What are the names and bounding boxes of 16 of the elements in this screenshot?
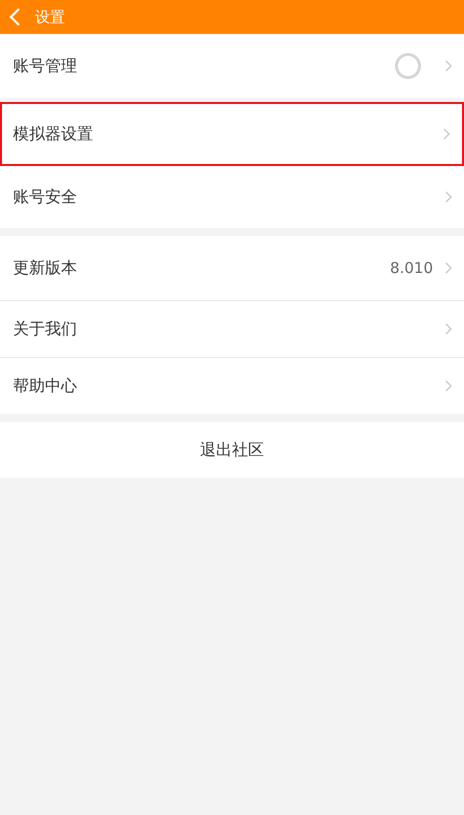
page-title: 设置 xyxy=(35,8,65,26)
chevron-icon xyxy=(445,262,452,274)
back-button[interactable] xyxy=(9,6,23,28)
version-text: 8.010 xyxy=(390,259,433,277)
row-label: 模拟器设置 xyxy=(13,124,93,144)
chevron-icon xyxy=(445,191,452,203)
row-label: 账号管理 xyxy=(13,56,77,76)
row-label: 帮助中心 xyxy=(13,376,77,396)
chevron-icon xyxy=(445,60,452,72)
chevron-icon xyxy=(445,380,452,392)
chevron-icon xyxy=(445,323,452,335)
logout-button[interactable]: 退出社区 xyxy=(0,422,464,478)
row-label: 关于我们 xyxy=(13,318,77,340)
chevron-icon xyxy=(443,128,450,140)
row-label: 账号安全 xyxy=(13,186,77,208)
row-label: 更新版本 xyxy=(13,258,77,278)
